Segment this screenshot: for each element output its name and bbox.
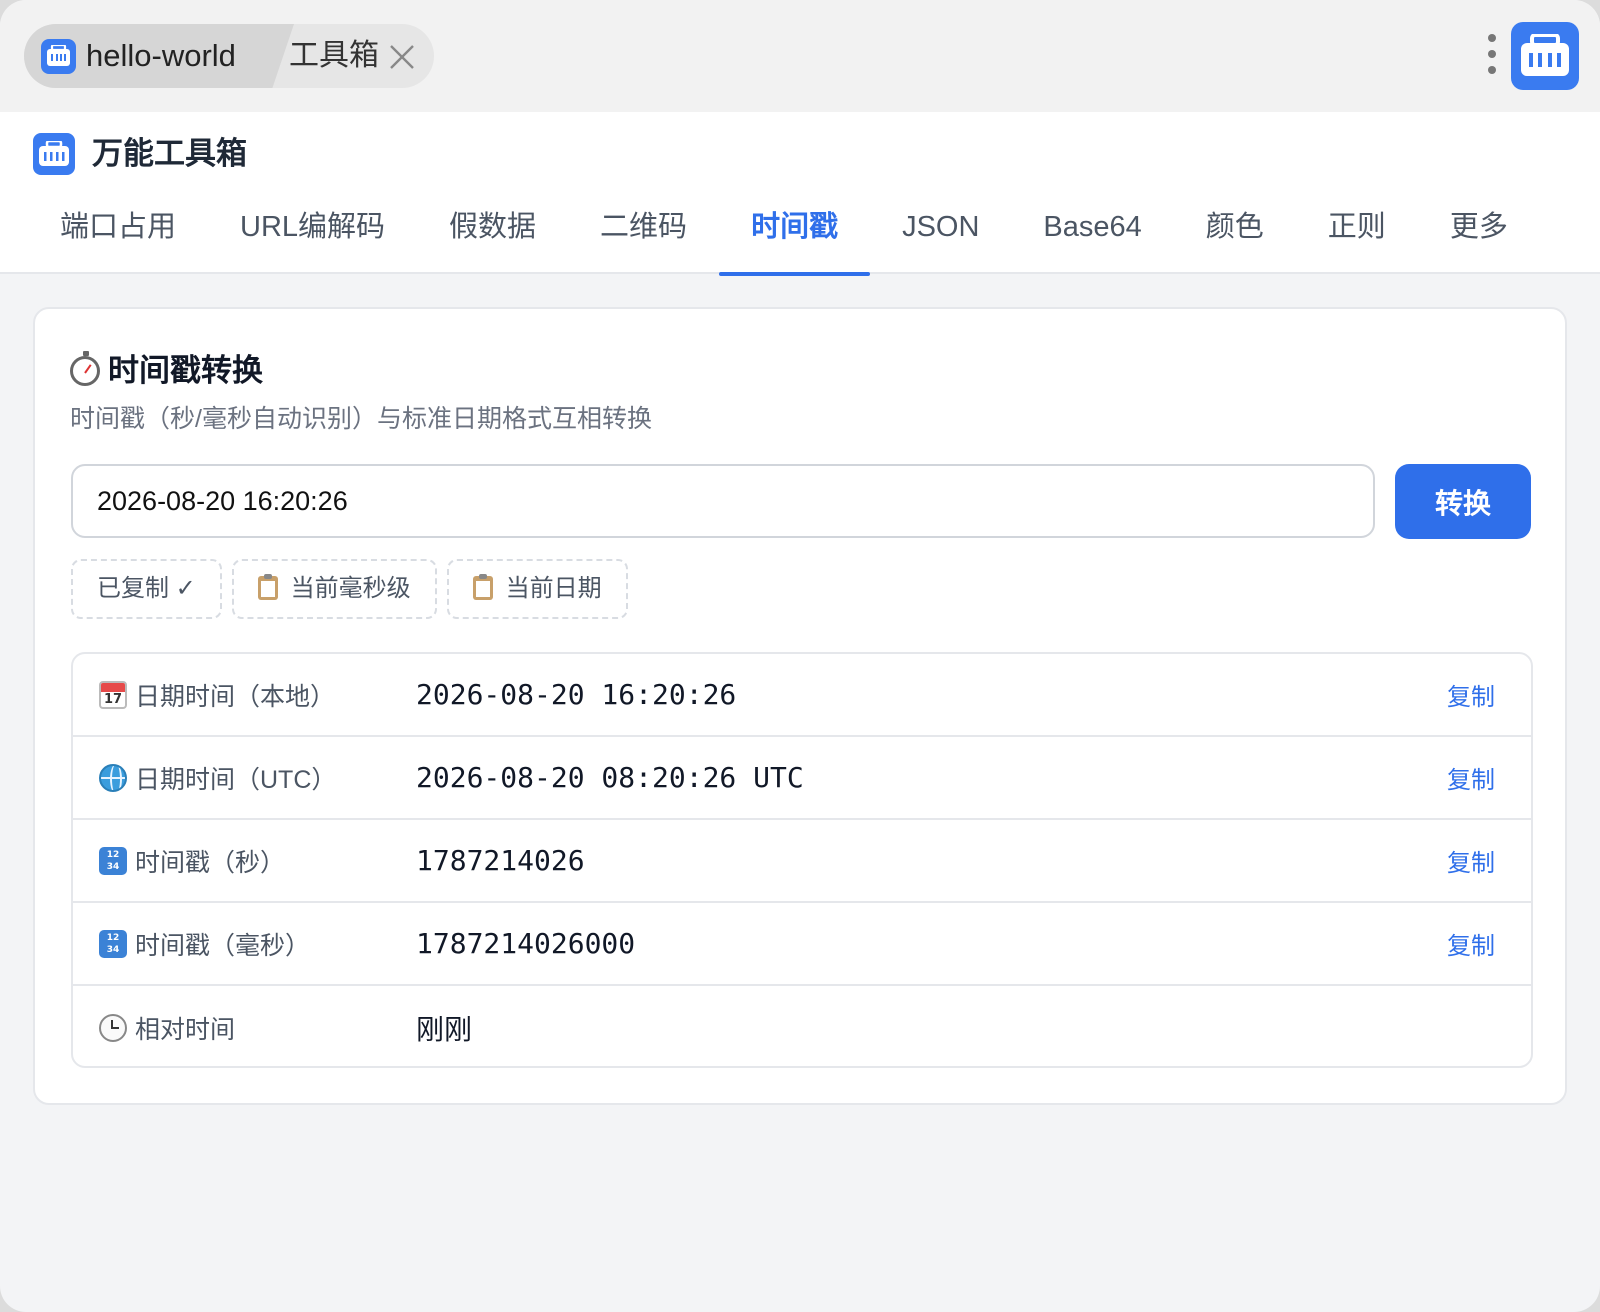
result-row-relative: 相对时间 刚刚 <box>73 986 1531 1066</box>
results-table: 17 日期时间（本地） 2026-08-20 16:20:26 复制 日期时间（… <box>71 652 1533 1068</box>
brand-toolbox-icon <box>33 133 75 175</box>
card-description: 时间戳（秒/毫秒自动识别）与标准日期格式互相转换 <box>70 405 652 433</box>
copy-button[interactable]: 复制 <box>1447 843 1495 878</box>
tab-hello-world[interactable]: hello-world <box>24 24 294 88</box>
tab-fake-data[interactable]: 假数据 <box>417 196 568 274</box>
result-row-utc: 日期时间（UTC） 2026-08-20 08:20:26 UTC 复制 <box>73 737 1531 820</box>
clipboard-icon <box>473 574 493 600</box>
timestamp-input[interactable] <box>71 464 1375 538</box>
row-label: 12 34 时间戳（秒） <box>99 843 285 879</box>
tab-label: hello-world <box>86 38 236 73</box>
copy-button[interactable]: 复制 <box>1447 760 1495 795</box>
tab-port-usage[interactable]: 端口占用 <box>28 196 208 274</box>
tab-more[interactable]: 更多 <box>1418 196 1540 274</box>
copy-button[interactable]: 复制 <box>1447 677 1495 712</box>
copied-chip[interactable]: 已复制 ✓ <box>71 559 222 619</box>
copied-chip-label: 已复制 ✓ <box>97 575 196 602</box>
app-window: hello-world 工具箱 万能工具箱 端口占用 URL编解码 假数据 二维… <box>0 0 1600 1312</box>
close-icon[interactable] <box>388 43 416 71</box>
current-date-chip[interactable]: 当前日期 <box>447 559 628 619</box>
row-label-text: 日期时间（UTC） <box>135 765 337 794</box>
clock-icon <box>99 1013 127 1042</box>
tab-url-codec[interactable]: URL编解码 <box>208 196 417 274</box>
toolbox-app-icon[interactable] <box>1511 22 1579 90</box>
row-value: 刚刚 <box>416 1013 473 1045</box>
row-value: 1787214026 <box>416 844 585 877</box>
row-label-text: 时间戳（毫秒） <box>135 931 311 960</box>
toolbox-icon <box>41 39 76 74</box>
tab-toolbox-label[interactable]: 工具箱 <box>289 36 379 76</box>
numbers-icon: 12 34 <box>99 929 127 958</box>
result-row-seconds: 12 34 时间戳（秒） 1787214026 复制 <box>73 820 1531 903</box>
result-row-milliseconds: 12 34 时间戳（毫秒） 1787214026000 复制 <box>73 903 1531 986</box>
app-header: 万能工具箱 端口占用 URL编解码 假数据 二维码 时间戳 JSON Base6… <box>0 112 1600 276</box>
convert-button[interactable]: 转换 <box>1395 464 1531 539</box>
row-label: 17 日期时间（本地） <box>99 677 335 713</box>
tab-base64[interactable]: Base64 <box>1011 196 1173 274</box>
calendar-icon: 17 <box>99 680 127 709</box>
numbers-icon: 12 34 <box>99 846 127 875</box>
more-options-icon[interactable] <box>1480 32 1504 78</box>
stopwatch-icon <box>70 351 100 386</box>
current-ms-chip-label: 当前毫秒级 <box>290 575 411 602</box>
nav-tabs: 端口占用 URL编解码 假数据 二维码 时间戳 JSON Base64 颜色 正… <box>28 196 1540 276</box>
row-label-text: 相对时间 <box>135 1015 236 1044</box>
clipboard-icon <box>258 574 278 600</box>
brand-title: 万能工具箱 <box>92 136 247 171</box>
globe-icon <box>99 763 127 792</box>
card-title-text: 时间戳转换 <box>108 353 263 388</box>
row-label: 12 34 时间戳（毫秒） <box>99 926 310 962</box>
row-label-text: 日期时间（本地） <box>135 682 336 711</box>
copy-button[interactable]: 复制 <box>1447 926 1495 961</box>
row-label: 日期时间（UTC） <box>99 760 336 796</box>
tab-color[interactable]: 颜色 <box>1174 196 1296 274</box>
row-label-text: 时间戳（秒） <box>135 848 286 877</box>
title-bar: hello-world 工具箱 <box>0 0 1600 112</box>
tab-strip: hello-world 工具箱 <box>24 24 434 88</box>
current-ms-chip[interactable]: 当前毫秒级 <box>232 559 437 619</box>
row-value: 2026-08-20 08:20:26 UTC <box>416 761 804 794</box>
row-value: 2026-08-20 16:20:26 <box>416 678 737 711</box>
row-label: 相对时间 <box>99 1010 235 1046</box>
tab-json[interactable]: JSON <box>870 196 1011 274</box>
tab-timestamp[interactable]: 时间戳 <box>719 196 871 276</box>
result-row-local: 17 日期时间（本地） 2026-08-20 16:20:26 复制 <box>73 654 1531 737</box>
card-title: 时间戳转换 <box>70 349 263 393</box>
row-value: 1787214026000 <box>416 927 636 960</box>
timestamp-card: 时间戳转换 时间戳（秒/毫秒自动识别）与标准日期格式互相转换 转换 已复制 ✓ … <box>33 307 1567 1105</box>
current-date-chip-label: 当前日期 <box>505 575 602 602</box>
tab-qr-code[interactable]: 二维码 <box>568 196 719 274</box>
tab-regex[interactable]: 正则 <box>1296 196 1418 274</box>
